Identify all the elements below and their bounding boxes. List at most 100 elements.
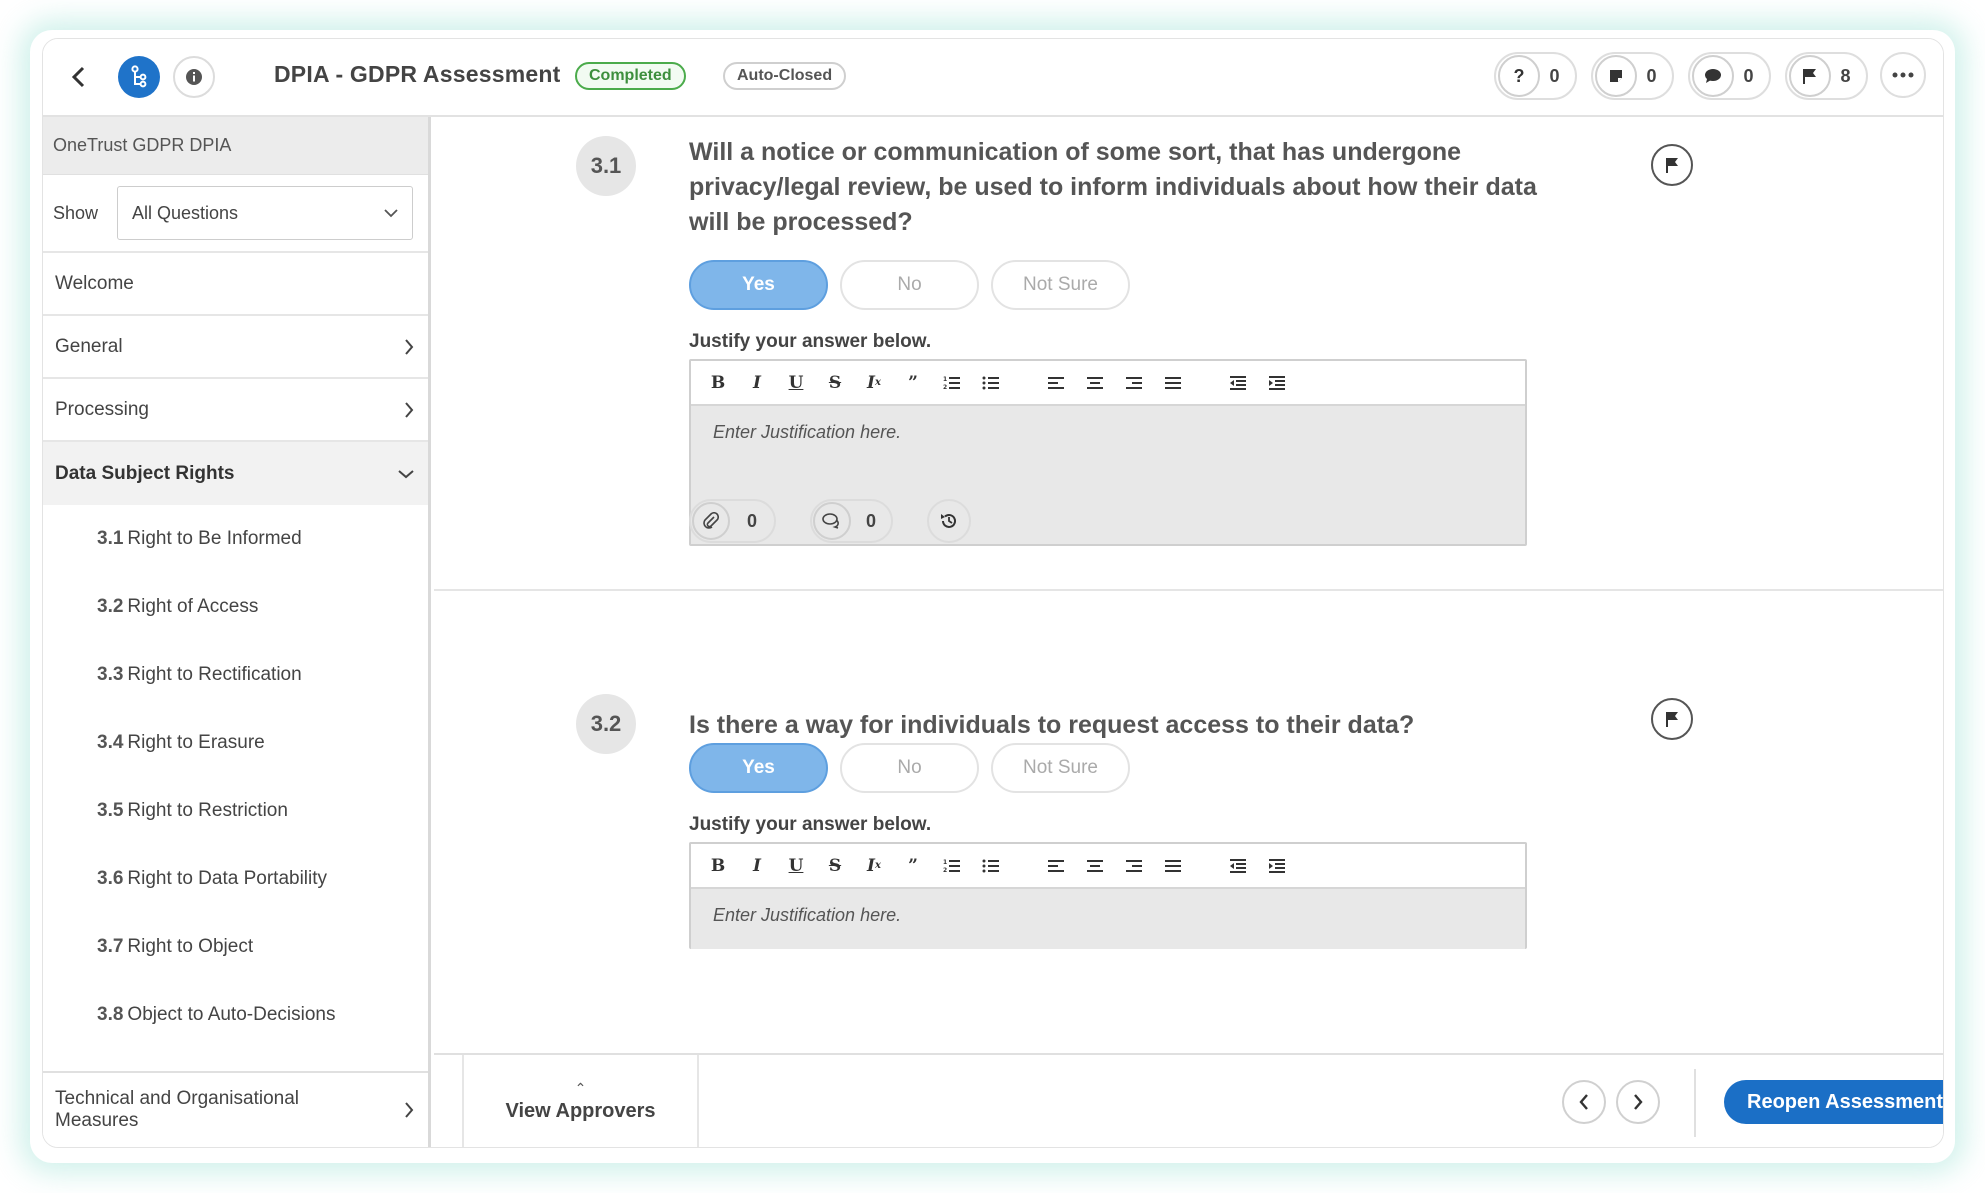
sidebar-title: OneTrust GDPR DPIA: [43, 117, 428, 175]
answer-yes-button[interactable]: Yes: [689, 260, 828, 310]
outdent-icon: [1230, 858, 1246, 873]
align-justify-button[interactable]: [1160, 370, 1186, 396]
subitem-label: Right of Access: [127, 596, 259, 617]
align-center-icon: [1087, 859, 1103, 872]
sidebar-subitem[interactable]: 3.5 Right to Restriction: [43, 777, 428, 845]
question-comments-button[interactable]: 0: [810, 499, 893, 543]
align-left-button[interactable]: [1043, 853, 1069, 879]
view-approvers-label: View Approvers: [505, 1099, 656, 1122]
page-title: DPIA - GDPR Assessment: [274, 61, 561, 87]
sidebar-subitem[interactable]: 3.4 Right to Erasure: [43, 709, 428, 777]
ordered-list-button[interactable]: 12: [939, 370, 965, 396]
bullet-list-button[interactable]: [978, 853, 1004, 879]
underline-button[interactable]: U: [783, 370, 809, 396]
indent-button[interactable]: [1264, 853, 1290, 879]
more-options-button[interactable]: [1880, 52, 1926, 98]
sidebar-subitem[interactable]: 3.7 Right to Object: [43, 913, 428, 981]
chevron-up-icon: ⌃: [574, 1079, 587, 1096]
questions-count: 0: [1549, 65, 1560, 86]
ordered-list-icon: 12: [943, 376, 960, 391]
subitem-label: Right to Object: [127, 936, 254, 957]
data-subject-rights-list: 3.1 Right to Be Informed 3.2 Right of Acce…: [43, 505, 428, 1049]
justification-textarea[interactable]: Enter Justification here.: [691, 889, 1525, 949]
outdent-button[interactable]: [1225, 853, 1251, 879]
outdent-icon: [1230, 375, 1246, 390]
editor-toolbar: B I U S Ix ” 12: [691, 361, 1525, 406]
notes-counter[interactable]: 0: [1591, 52, 1674, 100]
sidebar-subitem[interactable]: 3.1 Right to Be Informed: [43, 505, 428, 573]
show-filter-row: Show All Questions: [43, 175, 428, 253]
clear-format-button[interactable]: Ix: [861, 853, 887, 879]
sidebar-item-welcome[interactable]: Welcome: [43, 253, 428, 316]
strikethrough-button[interactable]: S: [822, 853, 848, 879]
answer-no-button[interactable]: No: [840, 743, 979, 793]
indent-icon: [1269, 375, 1285, 390]
history-button[interactable]: [927, 499, 971, 543]
comments-counter[interactable]: 0: [1688, 52, 1771, 100]
align-center-button[interactable]: [1082, 370, 1108, 396]
align-left-button[interactable]: [1043, 370, 1069, 396]
blockquote-button[interactable]: ”: [900, 370, 926, 396]
sidebar-subitem[interactable]: 3.2 Right of Access: [43, 573, 428, 641]
flags-counter[interactable]: 8: [1785, 52, 1868, 100]
italic-button[interactable]: I: [744, 370, 770, 396]
show-filter-value: All Questions: [132, 202, 239, 223]
indent-button[interactable]: [1264, 370, 1290, 396]
sidebar-item-label: Welcome: [55, 272, 134, 294]
sidebar-subitem[interactable]: 3.3 Right to Rectification: [43, 641, 428, 709]
view-approvers-button[interactable]: ⌃ View Approvers: [462, 1055, 699, 1147]
blockquote-button[interactable]: ”: [900, 853, 926, 879]
attachments-count: 0: [746, 510, 757, 531]
header-bar: DPIA - GDPR Assessment Completed Auto-Cl…: [43, 39, 1943, 117]
underline-button[interactable]: U: [783, 853, 809, 879]
show-filter-select[interactable]: All Questions: [117, 186, 413, 240]
align-center-icon: [1087, 376, 1103, 389]
sidebar-item-general[interactable]: General: [43, 316, 428, 379]
ordered-list-icon: 12: [943, 859, 960, 874]
next-question-button[interactable]: [1616, 1080, 1660, 1124]
ordered-list-button[interactable]: 12: [939, 853, 965, 879]
chevron-right-icon: [1634, 1094, 1643, 1110]
align-justify-button[interactable]: [1160, 853, 1186, 879]
clear-format-button[interactable]: Ix: [861, 370, 887, 396]
question-comments-count: 0: [865, 510, 876, 531]
auto-closed-badge: Auto-Closed: [723, 62, 847, 90]
flag-question-button[interactable]: [1651, 144, 1693, 186]
justify-label: Justify your answer below.: [689, 814, 932, 835]
paperclip-icon: [692, 502, 730, 540]
reopen-assessment-button[interactable]: Reopen Assessment: [1724, 1080, 1943, 1124]
align-center-button[interactable]: [1082, 853, 1108, 879]
status-badge: Completed: [575, 62, 686, 90]
question-text: Is there a way for individuals to reques…: [689, 711, 1415, 739]
subitem-label: Right to Data Portability: [127, 868, 328, 889]
answer-not-sure-button[interactable]: Not Sure: [991, 743, 1130, 793]
bold-button[interactable]: B: [705, 853, 731, 879]
sidebar-item-technical-measures[interactable]: Technical and Organisational Measures: [43, 1071, 428, 1147]
info-button[interactable]: [173, 56, 215, 98]
answer-no-button[interactable]: No: [840, 260, 979, 310]
previous-question-button[interactable]: [1562, 1080, 1606, 1124]
flag-question-button[interactable]: [1651, 698, 1693, 740]
answer-yes-button[interactable]: Yes: [689, 743, 828, 793]
hierarchy-button[interactable]: [118, 56, 160, 98]
sidebar-subitem[interactable]: 3.8 Object to Auto-Decisions: [43, 981, 428, 1049]
back-button[interactable]: [61, 59, 97, 95]
align-right-button[interactable]: [1121, 853, 1147, 879]
questions-counter[interactable]: ? 0: [1494, 52, 1577, 100]
bullet-list-button[interactable]: [978, 370, 1004, 396]
bold-button[interactable]: B: [705, 370, 731, 396]
attachments-button[interactable]: 0: [689, 499, 776, 543]
footer-bar: ⌃ View Approvers Reopen Assessment: [434, 1053, 1943, 1147]
app-window: DPIA - GDPR Assessment Completed Auto-Cl…: [42, 38, 1944, 1148]
sidebar-subitem[interactable]: 3.6 Right to Data Portability: [43, 845, 428, 913]
italic-button[interactable]: I: [744, 853, 770, 879]
history-icon: [941, 513, 956, 528]
align-right-button[interactable]: [1121, 370, 1147, 396]
outdent-button[interactable]: [1225, 370, 1251, 396]
sidebar-item-processing[interactable]: Processing: [43, 379, 428, 442]
chevron-left-icon: [1579, 1094, 1588, 1110]
sidebar-item-data-subject-rights[interactable]: Data Subject Rights: [43, 442, 428, 505]
answer-not-sure-button[interactable]: Not Sure: [991, 260, 1130, 310]
strikethrough-button[interactable]: S: [822, 370, 848, 396]
flag-icon: [1666, 712, 1678, 727]
